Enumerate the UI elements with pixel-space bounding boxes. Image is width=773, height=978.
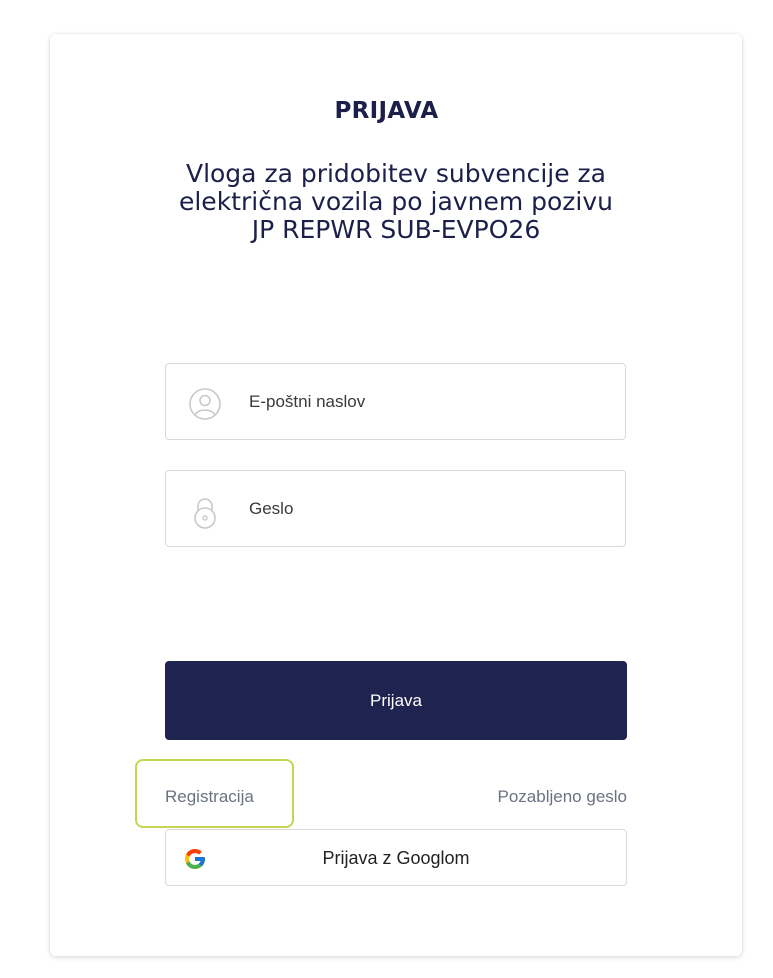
google-login-label: Prijava z Googlom [322, 848, 470, 868]
email-field[interactable]: E-poštni naslov [165, 363, 626, 440]
page-subtitle: Vloga za pridobitev subvencije za elektr… [178, 159, 613, 244]
email-placeholder: E-poštni naslov [249, 392, 366, 411]
page: PRIJAVA Vloga za pridobitev subvencije z… [0, 0, 773, 978]
user-icon [188, 388, 222, 420]
password-placeholder: Geslo [249, 499, 294, 518]
submit-button[interactable]: Prijava [165, 661, 627, 740]
register-link[interactable]: Registracija [165, 787, 254, 807]
lock-icon [188, 495, 222, 529]
google-login-button[interactable]: Prijava z Googlom [165, 829, 627, 886]
forgot-password-link[interactable]: Pozabljeno geslo [498, 787, 627, 807]
page-title: PRIJAVA [334, 98, 439, 124]
password-field[interactable]: Geslo [165, 470, 626, 547]
